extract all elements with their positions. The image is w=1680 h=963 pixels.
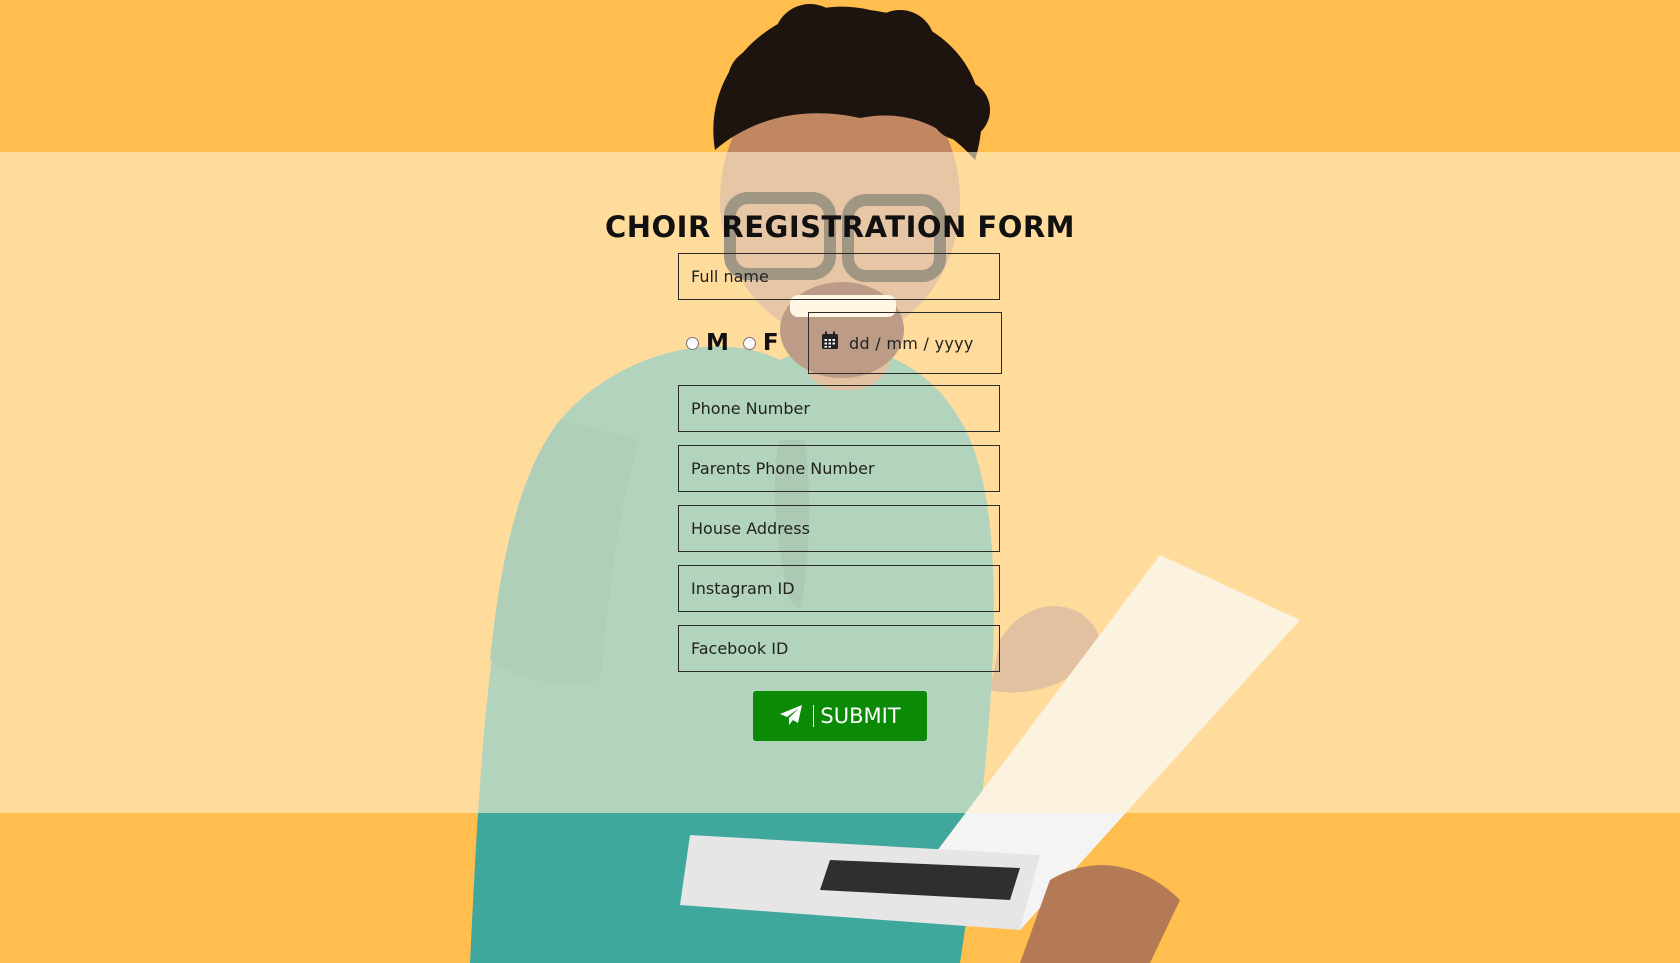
paper-plane-icon [779,704,803,729]
submit-label: SUBMIT [820,704,901,728]
phone-number-input[interactable] [678,385,1000,432]
house-address-input[interactable] [678,505,1000,552]
date-of-birth-input[interactable]: dd / mm / yyyy [808,312,1002,374]
date-of-birth-placeholder: dd / mm / yyyy [849,333,974,353]
gender-female-radio[interactable] [742,336,756,350]
gender-radio-group: M F [686,330,793,356]
submit-divider [813,705,815,727]
gender-male-radio[interactable] [686,336,699,350]
gender-female-label: F [762,330,779,356]
calendar-icon [821,331,839,355]
facebook-id-input[interactable] [678,625,1000,672]
page-title: CHOIR REGISTRATION FORM [604,210,1076,244]
full-name-input[interactable] [678,253,1000,300]
instagram-id-input[interactable] [678,565,1000,612]
submit-button[interactable]: SUBMIT [753,691,927,741]
parents-phone-number-input[interactable] [678,445,1000,492]
gender-male-label: M [706,330,729,356]
